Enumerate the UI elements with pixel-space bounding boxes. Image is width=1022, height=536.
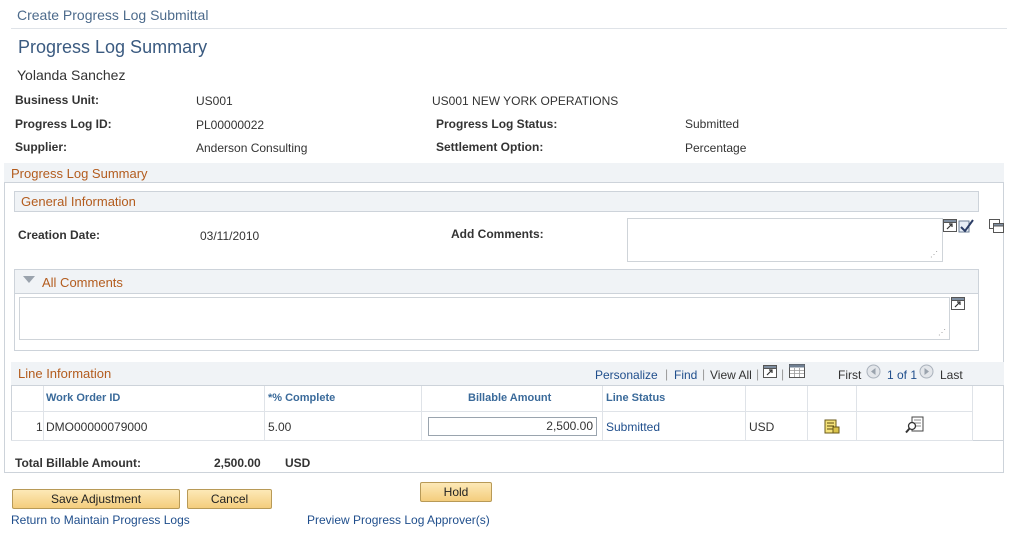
general-information-title: General Information (21, 194, 136, 209)
view-document-icon[interactable] (905, 416, 925, 434)
find-link[interactable]: Find (674, 368, 697, 382)
total-billable-amount-label: Total Billable Amount: (15, 456, 141, 470)
line-information-title: Line Information (18, 366, 112, 381)
grid-row-divider (11, 440, 973, 441)
progress-log-summary-header (4, 163, 1004, 183)
toolbar-separator: | (665, 367, 669, 381)
column-header-billable-amount[interactable]: Billable Amount (468, 392, 551, 404)
creation-date-value: 03/11/2010 (200, 229, 260, 243)
page-title: Progress Log Summary (18, 37, 208, 57)
grid-column-divider (264, 386, 265, 441)
expand-textarea-icon[interactable] (951, 297, 965, 310)
line-details-icon[interactable] (824, 418, 840, 434)
view-all-link[interactable]: View All (710, 368, 752, 382)
total-currency: USD (285, 456, 311, 470)
currency-value: USD (749, 420, 775, 434)
preview-approvers-link[interactable]: Preview Progress Log Approver(s) (307, 513, 490, 527)
progress-log-summary-title: Progress Log Summary (11, 166, 148, 181)
grid-column-divider (856, 386, 857, 441)
work-order-id-value: DMO00000079000 (46, 420, 148, 434)
first-label: First (838, 368, 862, 382)
all-comments-textarea[interactable] (19, 297, 950, 340)
column-header-line-status[interactable]: Line Status (606, 392, 665, 404)
all-comments-title[interactable]: All Comments (42, 275, 123, 290)
grid-column-divider (43, 386, 44, 441)
supplier-label: Supplier: (15, 140, 68, 154)
breadcrumb: Create Progress Log Submittal (17, 7, 209, 23)
toolbar-separator: | (756, 367, 760, 381)
grid-column-divider (745, 386, 746, 441)
grid-column-divider (602, 386, 603, 441)
new-window-icon[interactable] (989, 219, 1004, 233)
expand-grid-icon[interactable] (763, 365, 777, 378)
previous-arrow-icon[interactable] (866, 364, 881, 379)
hold-button[interactable]: Hold (420, 482, 492, 502)
progress-log-id-label: Progress Log ID: (15, 117, 112, 131)
grid-row-divider (11, 411, 973, 412)
expand-textarea-icon[interactable] (943, 219, 957, 232)
next-arrow-icon[interactable] (919, 364, 934, 379)
add-comments-textarea[interactable] (627, 218, 943, 262)
toolbar-separator: | (781, 367, 785, 381)
cancel-button[interactable]: Cancel (187, 489, 272, 509)
business-unit-label: Business Unit: (15, 93, 100, 107)
resize-grip-icon[interactable]: ⋰ (930, 250, 938, 259)
creation-date-label: Creation Date: (18, 228, 101, 242)
spell-check-icon[interactable] (958, 218, 975, 234)
personalize-link[interactable]: Personalize (595, 368, 658, 382)
grid-column-divider (807, 386, 808, 441)
line-status-link[interactable]: Submitted (606, 420, 660, 434)
progress-log-id-value: PL00000022 (196, 118, 265, 132)
grid-column-divider (421, 386, 422, 441)
billable-amount-input[interactable]: 2,500.00 (428, 417, 597, 436)
last-label: Last (940, 368, 963, 382)
business-unit-description: US001 NEW YORK OPERATIONS (432, 94, 619, 108)
user-name: Yolanda Sanchez (17, 67, 126, 83)
resize-grip-icon[interactable]: ⋰ (938, 328, 946, 337)
supplier-value: Anderson Consulting (196, 141, 308, 155)
total-billable-amount-value: 2,500.00 (214, 456, 261, 470)
settlement-option-value: Percentage (685, 141, 747, 155)
collapse-triangle-icon[interactable] (23, 276, 35, 284)
grid-column-divider (972, 386, 973, 441)
all-comments-header[interactable] (14, 269, 979, 294)
breadcrumb-divider (11, 28, 1007, 29)
toolbar-separator: | (702, 367, 706, 381)
row-range: 1 of 1 (887, 368, 918, 382)
add-comments-label: Add Comments: (451, 227, 544, 241)
progress-log-status-label: Progress Log Status: (436, 117, 558, 131)
settlement-option-label: Settlement Option: (436, 140, 544, 154)
save-adjustment-button[interactable]: Save Adjustment (12, 489, 180, 509)
business-unit-value: US001 (196, 94, 233, 108)
row-number: 1 (36, 420, 43, 434)
column-header-work-order-id[interactable]: Work Order ID (46, 392, 120, 404)
progress-log-status-value: Submitted (685, 117, 740, 131)
return-to-maintain-progress-logs-link[interactable]: Return to Maintain Progress Logs (11, 513, 190, 527)
column-header-percent-complete[interactable]: *% Complete (268, 392, 335, 404)
download-spreadsheet-icon[interactable] (789, 364, 805, 378)
percent-complete-value: 5.00 (268, 420, 292, 434)
general-information-header (14, 191, 979, 212)
